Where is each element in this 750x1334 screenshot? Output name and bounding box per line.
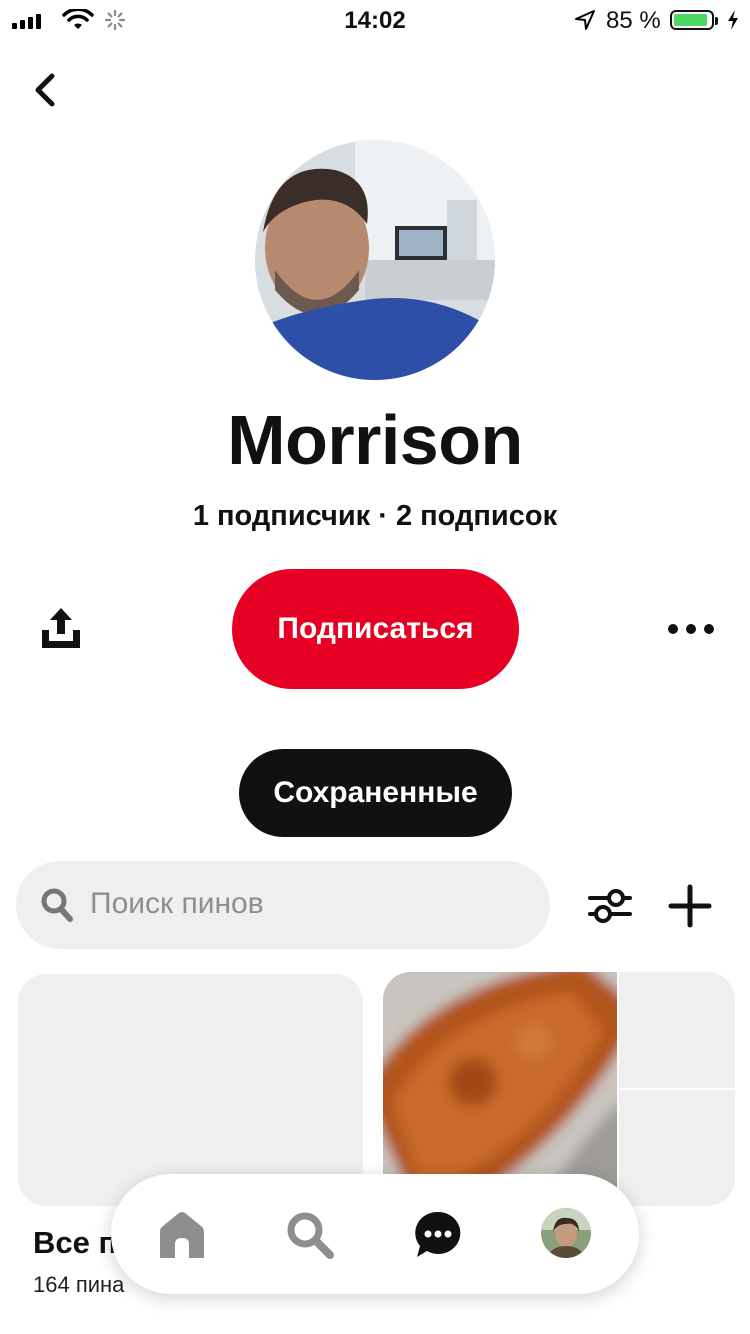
board-thumb bbox=[619, 972, 735, 1088]
messages-icon[interactable] bbox=[413, 1210, 463, 1260]
home-icon[interactable] bbox=[157, 1210, 207, 1260]
tab-saved[interactable]: Сохраненные bbox=[239, 749, 512, 837]
filter-sliders-icon[interactable] bbox=[588, 884, 632, 928]
follow-button[interactable]: Подписаться bbox=[232, 569, 519, 689]
search-icon[interactable] bbox=[285, 1210, 335, 1260]
board-cover-food[interactable] bbox=[383, 972, 735, 1206]
profile-avatar-nav[interactable] bbox=[541, 1208, 591, 1258]
add-plus-icon[interactable] bbox=[668, 884, 712, 928]
board-thumb bbox=[619, 1090, 735, 1206]
share-icon[interactable] bbox=[38, 604, 84, 652]
charging-bolt-icon bbox=[728, 10, 738, 30]
more-options-icon[interactable] bbox=[668, 612, 714, 646]
location-arrow-icon bbox=[575, 10, 595, 30]
back-chevron-icon[interactable] bbox=[28, 70, 64, 110]
follower-stats[interactable]: 1 подписчик · 2 подписок bbox=[0, 500, 750, 533]
battery-percent: 85 % bbox=[606, 7, 661, 34]
bottom-navigation bbox=[111, 1174, 639, 1294]
search-placeholder: Поиск пинов bbox=[90, 887, 264, 920]
board-pin-count: 164 пина bbox=[33, 1272, 125, 1297]
profile-name: Morrison bbox=[227, 401, 523, 479]
board-cover-image bbox=[383, 972, 617, 1206]
board-all-pins[interactable] bbox=[18, 974, 363, 1206]
profile-avatar[interactable] bbox=[255, 140, 495, 380]
board-title: Все п bbox=[33, 1225, 118, 1260]
battery-icon bbox=[670, 10, 718, 30]
status-bar: 14:02 85 % bbox=[0, 0, 750, 40]
search-icon bbox=[41, 888, 73, 922]
search-pins-input[interactable]: Поиск пинов bbox=[16, 861, 550, 949]
